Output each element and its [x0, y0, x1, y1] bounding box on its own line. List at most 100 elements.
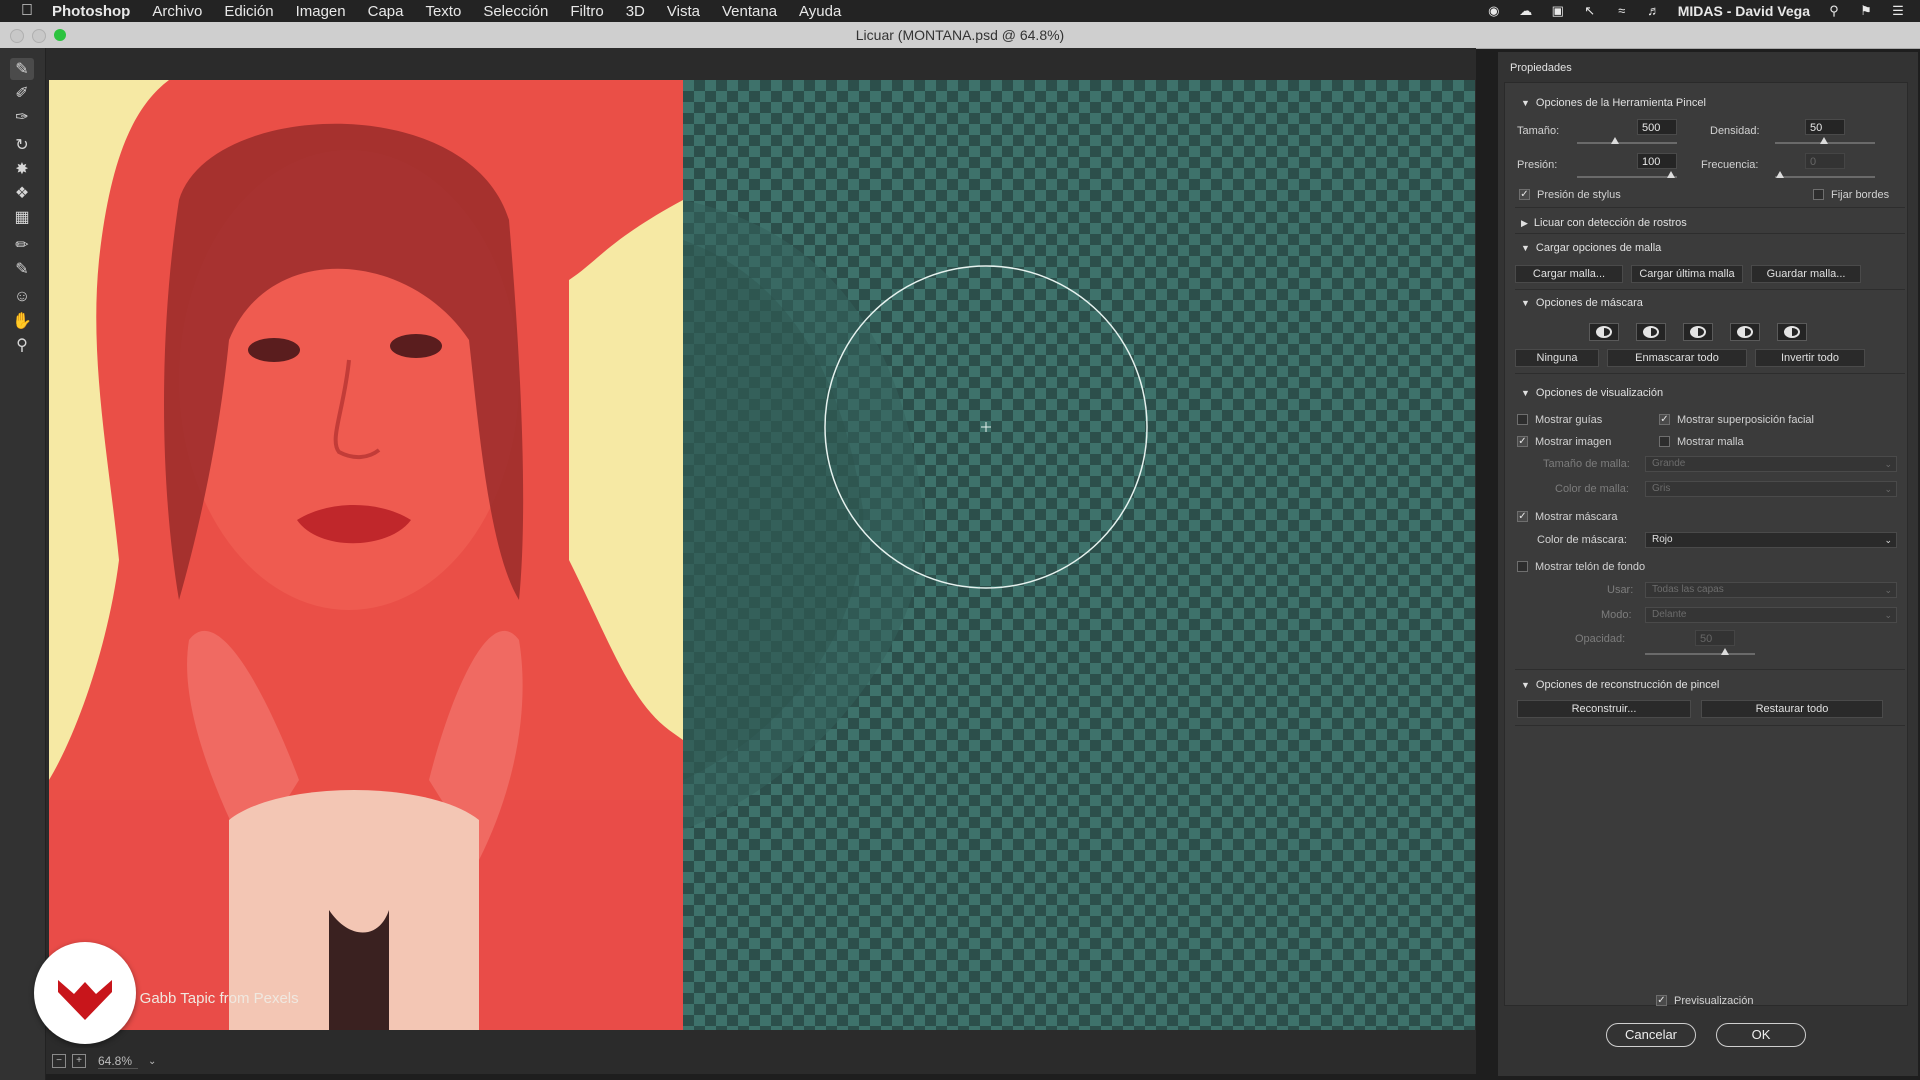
expanded-triangle-icon: ▼ [1521, 298, 1530, 308]
size-slider[interactable] [1577, 142, 1677, 144]
mesh-color-select[interactable]: Gris ⌄ [1645, 481, 1897, 497]
density-slider-thumb[interactable] [1820, 137, 1828, 144]
show-image-checkbox[interactable]: ✓ [1517, 436, 1528, 447]
preview-label: Previsualización [1674, 995, 1754, 1007]
load-last-mesh-button[interactable]: Cargar última malla [1631, 265, 1743, 283]
list-icon[interactable]: ☰ [1890, 4, 1906, 18]
size-input[interactable]: 500 [1637, 119, 1677, 135]
rate-slider-thumb[interactable] [1776, 171, 1784, 178]
photo-layer[interactable] [49, 80, 683, 1030]
menu-texto[interactable]: Texto [425, 3, 461, 20]
apple-icon[interactable]:  [12, 2, 42, 20]
menu-app-photoshop[interactable]: Photoshop [52, 3, 130, 20]
section-face-aware[interactable]: ▶ Licuar con detección de rostros [1521, 217, 1687, 229]
thaw-mask-tool-icon[interactable]: ✎ [10, 258, 34, 280]
mesh-color-label: Color de malla: [1555, 483, 1629, 495]
cursor-icon[interactable]: ↖ [1582, 4, 1598, 18]
menu-filtro[interactable]: Filtro [570, 3, 603, 20]
creative-cloud-icon[interactable]: ☁ [1518, 4, 1534, 18]
load-mesh-button[interactable]: Cargar malla... [1515, 265, 1623, 283]
show-backdrop-checkbox[interactable] [1517, 561, 1528, 572]
pucker-tool-icon[interactable]: ✸ [10, 158, 34, 180]
menu-ayuda[interactable]: Ayuda [799, 3, 841, 20]
section-load-mesh[interactable]: ▼ Cargar opciones de malla [1521, 242, 1661, 254]
menu-3d[interactable]: 3D [626, 3, 645, 20]
use-label: Usar: [1607, 584, 1634, 596]
twirl-tool-icon[interactable]: ↻ [10, 134, 34, 156]
section-view-options[interactable]: ▼ Opciones de visualización [1521, 387, 1663, 399]
face-tool-icon[interactable]: ☺ [10, 286, 34, 308]
opacity-input[interactable]: 50 [1695, 630, 1735, 646]
section-mask-options[interactable]: ▼ Opciones de máscara [1521, 297, 1643, 309]
mode-select[interactable]: Delante ⌄ [1645, 607, 1897, 623]
zoom-out-button[interactable]: − [52, 1054, 66, 1068]
invert-all-button[interactable]: Invertir todo [1755, 349, 1865, 367]
menu-vista[interactable]: Vista [667, 3, 700, 20]
mesh-size-select[interactable]: Grande ⌄ [1645, 456, 1897, 472]
brush-cursor [824, 265, 1148, 589]
mask-replace-icon[interactable] [1589, 323, 1619, 341]
menu-edicion[interactable]: Edición [224, 3, 273, 20]
menu-capa[interactable]: Capa [368, 3, 404, 20]
show-image-label: Mostrar imagen [1535, 436, 1612, 448]
mask-none-button[interactable]: Ninguna [1515, 349, 1599, 367]
reconstruct-tool-icon[interactable]: ✐ [10, 82, 34, 104]
use-select[interactable]: Todas las capas ⌄ [1645, 582, 1897, 598]
bloat-tool-icon[interactable]: ❖ [10, 182, 34, 204]
pressure-slider[interactable] [1577, 176, 1677, 178]
zoom-in-button[interactable]: + [72, 1054, 86, 1068]
wifi-icon[interactable]: ≈ [1614, 4, 1630, 18]
mask-subtract-icon[interactable] [1683, 323, 1713, 341]
flag-icon[interactable]: ⚑ [1858, 4, 1874, 18]
zoom-tool-icon[interactable]: ⚲ [10, 334, 34, 356]
menu-imagen[interactable]: Imagen [296, 3, 346, 20]
pressure-slider-thumb[interactable] [1667, 171, 1675, 178]
cancel-button[interactable]: Cancelar [1606, 1023, 1696, 1047]
panel-body: ▼ Opciones de la Herramienta Pincel Tamañ… [1504, 82, 1908, 1006]
zoom-dropdown-icon[interactable]: ⌄ [148, 1056, 156, 1067]
show-guides-checkbox[interactable] [1517, 414, 1528, 425]
push-left-tool-icon[interactable]: ▦ [10, 206, 34, 228]
search-icon[interactable]: ⚲ [1826, 4, 1842, 18]
brand-logo [34, 942, 136, 1044]
display-icon[interactable]: ▣ [1550, 4, 1566, 18]
size-slider-thumb[interactable] [1611, 137, 1619, 144]
show-face-overlay-checkbox[interactable]: ✓ [1659, 414, 1670, 425]
opacity-slider[interactable] [1645, 653, 1755, 655]
stylus-pressure-checkbox[interactable]: ✓ [1519, 189, 1530, 200]
rate-slider[interactable] [1775, 176, 1875, 178]
density-input[interactable]: 50 [1805, 119, 1845, 135]
menu-ventana[interactable]: Ventana [722, 3, 777, 20]
mask-intersect-icon[interactable] [1730, 323, 1760, 341]
restore-all-button[interactable]: Restaurar todo [1701, 700, 1883, 718]
pressure-input[interactable]: 100 [1637, 153, 1677, 169]
opacity-slider-thumb[interactable] [1721, 648, 1729, 655]
reconstruct-button[interactable]: Reconstruir... [1517, 700, 1691, 718]
section-brush-options[interactable]: ▼ Opciones de la Herramienta Pincel [1521, 97, 1706, 109]
chevron-down-icon: ⌄ [1884, 459, 1892, 469]
menu-archivo[interactable]: Archivo [152, 3, 202, 20]
mask-all-button[interactable]: Enmascarar todo [1607, 349, 1747, 367]
volume-icon[interactable]: ♬ [1646, 4, 1662, 18]
freeze-mask-tool-icon[interactable]: ✏ [10, 234, 34, 256]
section-reconstruct-options[interactable]: ▼ Opciones de reconstrucción de pincel [1521, 679, 1719, 691]
ok-button[interactable]: OK [1716, 1023, 1806, 1047]
mask-color-select[interactable]: Rojo ⌄ [1645, 532, 1897, 548]
expanded-triangle-icon: ▼ [1521, 388, 1530, 398]
rate-input[interactable]: 0 [1805, 153, 1845, 169]
forward-warp-tool-icon[interactable]: ✎ [10, 58, 34, 80]
record-icon[interactable]: ◉ [1486, 4, 1502, 18]
hand-tool-icon[interactable]: ✋ [10, 310, 34, 332]
divider [1515, 289, 1905, 290]
mask-invert-icon[interactable] [1777, 323, 1807, 341]
save-mesh-button[interactable]: Guardar malla... [1751, 265, 1861, 283]
zoom-value[interactable]: 64.8% [98, 1054, 138, 1069]
preview-checkbox[interactable]: ✓ [1656, 995, 1667, 1006]
show-mask-checkbox[interactable]: ✓ [1517, 511, 1528, 522]
smooth-tool-icon[interactable]: ✑ [10, 106, 34, 128]
user-name[interactable]: MIDAS - David Vega [1678, 3, 1810, 19]
mask-add-icon[interactable] [1636, 323, 1666, 341]
menu-seleccion[interactable]: Selección [483, 3, 548, 20]
show-mesh-checkbox[interactable] [1659, 436, 1670, 447]
pin-edges-checkbox[interactable] [1813, 189, 1824, 200]
